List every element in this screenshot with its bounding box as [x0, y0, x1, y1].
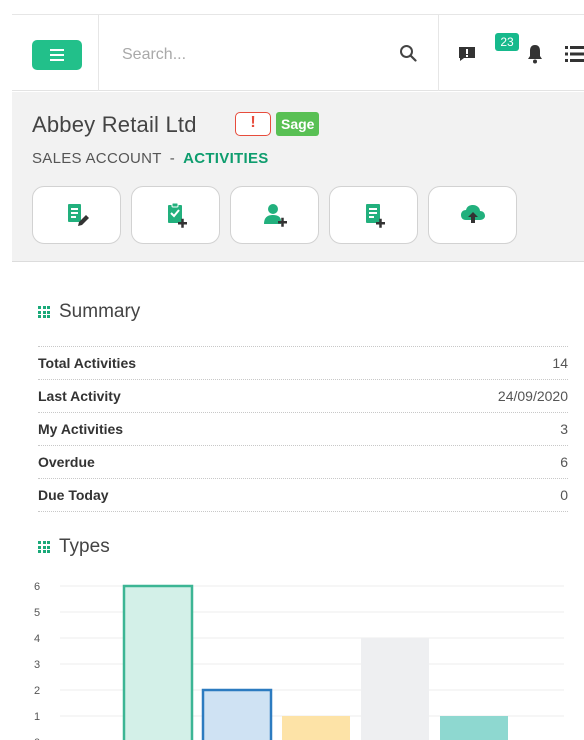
- row-label: My Activities: [38, 421, 124, 437]
- add-document-button[interactable]: [329, 186, 418, 244]
- breadcrumb: SALES ACCOUNT - ACTIVITIES: [32, 150, 269, 167]
- summary-title: Summary: [59, 301, 141, 322]
- y-tick-label: 4: [34, 633, 40, 645]
- types-heading: Types: [38, 536, 110, 558]
- top-bar: 23: [12, 15, 584, 91]
- y-tick-label: 3: [34, 659, 40, 671]
- summary-heading: Summary: [38, 301, 140, 323]
- edit-document-icon: [67, 204, 89, 226]
- menu-icon: [50, 49, 64, 61]
- table-row: Total Activities 14: [38, 347, 568, 380]
- alert-flag-badge[interactable]: !: [235, 112, 271, 136]
- add-document-icon: [365, 204, 385, 228]
- account-header: Abbey Retail Ltd ! Sage SALES ACCOUNT - …: [12, 92, 584, 262]
- y-tick-label: 6: [34, 581, 40, 593]
- chart-bar[interactable]: [201, 688, 273, 740]
- cloud-upload-icon: [460, 205, 485, 223]
- breadcrumb-section[interactable]: SALES ACCOUNT: [32, 150, 162, 167]
- topbar-divider: [98, 15, 99, 91]
- row-label: Total Activities: [38, 355, 137, 371]
- row-value: 3: [560, 421, 568, 437]
- add-contact-icon: [263, 204, 287, 227]
- upload-button[interactable]: [428, 186, 517, 244]
- breadcrumb-current: ACTIVITIES: [183, 150, 269, 167]
- types-bar-chart: 0123456: [34, 581, 564, 740]
- account-title: Abbey Retail Ltd: [32, 112, 197, 137]
- chart-bar[interactable]: [440, 716, 508, 740]
- row-label: Last Activity: [38, 388, 121, 404]
- search-icon[interactable]: [399, 44, 417, 62]
- action-toolbar: [32, 186, 517, 244]
- breadcrumb-separator: -: [169, 150, 176, 167]
- edit-account-button[interactable]: [32, 186, 121, 244]
- menu-button[interactable]: [32, 40, 82, 70]
- table-row: Overdue 6: [38, 446, 568, 479]
- grid-icon: [38, 306, 50, 318]
- chat-alert-icon[interactable]: [458, 46, 476, 62]
- table-row: My Activities 3: [38, 413, 568, 446]
- chart-bar[interactable]: [282, 716, 350, 740]
- sage-badge[interactable]: Sage: [276, 112, 320, 136]
- grid-icon: [38, 541, 50, 553]
- row-value: 6: [560, 454, 568, 470]
- row-label: Due Today: [38, 487, 109, 503]
- summary-table: Total Activities 14 Last Activity 24/09/…: [38, 346, 568, 512]
- row-value: 0: [560, 487, 568, 503]
- add-task-button[interactable]: [131, 186, 220, 244]
- notification-count-badge[interactable]: 23: [495, 33, 519, 51]
- add-task-icon: [167, 202, 187, 228]
- table-row: Due Today 0: [38, 479, 568, 512]
- list-icon[interactable]: [565, 45, 584, 63]
- add-contact-button[interactable]: [230, 186, 319, 244]
- row-value: 24/09/2020: [497, 388, 568, 404]
- row-value: 14: [552, 355, 568, 371]
- row-label: Overdue: [38, 454, 95, 470]
- search-input[interactable]: [122, 41, 362, 69]
- table-row: Last Activity 24/09/2020: [38, 380, 568, 413]
- y-tick-label: 5: [34, 607, 40, 619]
- topbar-divider: [438, 15, 439, 91]
- bell-icon[interactable]: [526, 44, 544, 64]
- y-tick-label: 2: [34, 685, 40, 697]
- chart-bar[interactable]: [361, 638, 429, 740]
- types-title: Types: [59, 536, 110, 557]
- y-tick-label: 1: [34, 711, 40, 723]
- chart-bar[interactable]: [122, 584, 194, 740]
